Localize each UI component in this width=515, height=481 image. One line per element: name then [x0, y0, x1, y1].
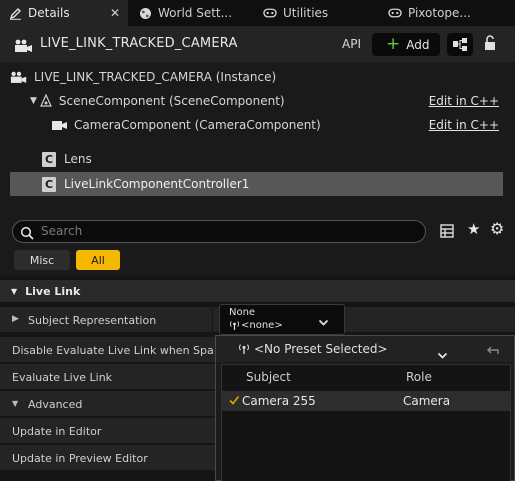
- reset-arrow-icon[interactable]: [486, 342, 500, 361]
- tree-item-scene-component[interactable]: ▼ SceneComponent (SceneComponent) Edit i…: [10, 89, 503, 113]
- pencil-icon: [8, 6, 22, 20]
- tab-utilities[interactable]: Utilities: [255, 0, 380, 26]
- tree-item-livelink-controller[interactable]: C LiveLinkComponentController1: [10, 172, 503, 196]
- tab-label: Details: [28, 6, 70, 20]
- tree-item-label: LiveLinkComponentController1: [64, 177, 250, 191]
- property-label: Evaluate Live Link: [12, 371, 113, 384]
- filter-all-button[interactable]: All: [76, 250, 120, 270]
- column-divider: [212, 307, 213, 333]
- chevron-down-icon: [437, 345, 448, 364]
- tab-details[interactable]: Details ✕: [0, 0, 128, 26]
- subject-select-value: None: [229, 307, 256, 318]
- gear-icon[interactable]: ⚙: [490, 221, 504, 237]
- tab-world-settings[interactable]: World Sett...: [130, 0, 255, 26]
- gamepad-icon: [263, 6, 277, 20]
- column-header-subject[interactable]: Subject: [246, 370, 291, 384]
- add-label: Add: [406, 37, 430, 52]
- edit-in-cpp-link[interactable]: Edit in C++: [429, 118, 499, 132]
- tree-item-label: Lens: [64, 152, 92, 166]
- component-class-icon: C: [42, 176, 56, 192]
- category-label: Live Link: [25, 284, 81, 298]
- search-icon: [20, 225, 34, 244]
- camera-actor-icon: [14, 38, 34, 57]
- tree-item-camera-component[interactable]: CameraComponent (CameraComponent) Edit i…: [10, 113, 503, 137]
- search-placeholder: Search: [41, 224, 83, 238]
- tree-item-instance[interactable]: LIVE_LINK_TRACKED_CAMERA (Instance): [10, 65, 503, 89]
- expand-arrow-icon: ▼: [11, 286, 18, 296]
- subject-list-row[interactable]: Camera 255 Camera: [222, 391, 510, 411]
- api-button[interactable]: API: [342, 37, 361, 51]
- lock-icon[interactable]: [483, 35, 497, 55]
- expand-arrow-icon: ▼: [12, 399, 19, 408]
- tab-pixotope[interactable]: Pixotope...: [380, 0, 515, 26]
- column-header-role[interactable]: Role: [406, 370, 432, 384]
- star-icon[interactable]: ★: [467, 222, 480, 237]
- preset-selector[interactable]: <No Preset Selected>: [216, 336, 514, 362]
- tab-label: Utilities: [283, 6, 329, 20]
- details-header: LIVE_LINK_TRACKED_CAMERA API + Add: [0, 26, 515, 62]
- close-icon[interactable]: ✕: [110, 6, 120, 20]
- add-component-button[interactable]: + Add: [372, 33, 440, 56]
- plus-icon: +: [386, 34, 401, 54]
- tree-item-lens[interactable]: C Lens: [10, 147, 503, 171]
- expand-arrow-icon[interactable]: ▶: [12, 314, 19, 324]
- category-live-link[interactable]: ▼ Live Link: [0, 280, 515, 302]
- scene-component-icon: [39, 94, 53, 108]
- blueprint-icon: [453, 38, 467, 51]
- subject-select[interactable]: None <none>: [219, 304, 345, 335]
- component-tree: LIVE_LINK_TRACKED_CAMERA (Instance) ▼ Sc…: [0, 62, 515, 212]
- camera-icon: [52, 120, 68, 131]
- subject-list: Subject Role Camera 255 Camera: [221, 364, 511, 481]
- property-label: Disable Evaluate Live Link when Spa...: [12, 344, 225, 357]
- livelink-icon: [229, 320, 240, 331]
- search-area: Search ★ ⚙ Misc All: [0, 212, 515, 276]
- property-label: Advanced: [28, 398, 83, 411]
- gamepad-icon: [388, 6, 402, 20]
- tree-item-label: LIVE_LINK_TRACKED_CAMERA (Instance): [34, 70, 277, 84]
- component-class-icon: C: [42, 151, 56, 167]
- expand-arrow-icon[interactable]: ▼: [30, 96, 37, 106]
- subject-name: Camera 255: [242, 394, 316, 408]
- tab-label: Pixotope...: [408, 6, 471, 20]
- camera-actor-icon: [10, 71, 28, 84]
- chevron-down-icon: [318, 312, 329, 331]
- tab-label: World Sett...: [158, 6, 233, 20]
- actor-title: LIVE_LINK_TRACKED_CAMERA: [40, 36, 238, 51]
- property-label: Subject Representation: [28, 314, 157, 327]
- livelink-icon: [238, 343, 250, 355]
- blueprint-button[interactable]: [447, 33, 473, 56]
- tree-item-label: SceneComponent (SceneComponent): [58, 94, 285, 108]
- edit-in-cpp-link[interactable]: Edit in C++: [429, 94, 499, 108]
- tab-bar: Details ✕ World Sett... Utilities Pixoto…: [0, 0, 515, 26]
- table-view-icon[interactable]: [440, 223, 454, 242]
- property-label: Update in Editor: [12, 425, 102, 438]
- search-input[interactable]: Search: [12, 220, 426, 243]
- checkmark-icon: [228, 394, 240, 409]
- tree-item-label: CameraComponent (CameraComponent): [74, 118, 321, 132]
- property-label: Update in Preview Editor: [12, 452, 148, 465]
- globe-icon: [138, 6, 152, 20]
- subject-list-header: Subject Role: [222, 365, 510, 391]
- filter-misc-button[interactable]: Misc: [14, 250, 70, 270]
- preset-label: <No Preset Selected>: [254, 342, 388, 356]
- subject-picker-popup: <No Preset Selected> Subject Role Camera…: [215, 335, 515, 481]
- subject-role: Camera: [403, 394, 451, 408]
- subject-select-sub: <none>: [241, 320, 283, 331]
